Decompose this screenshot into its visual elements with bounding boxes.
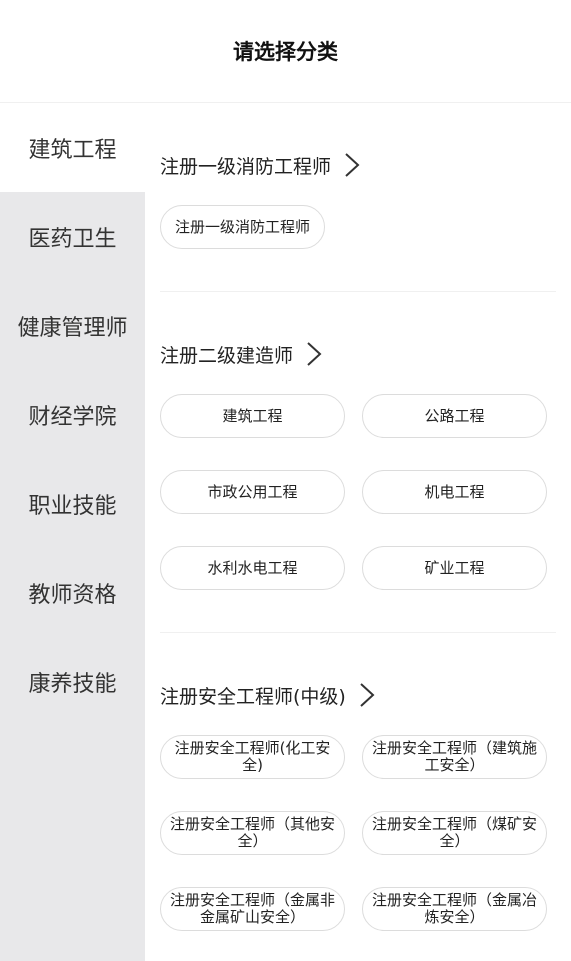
sidebar-item-health-manager[interactable]: 健康管理师 bbox=[0, 281, 145, 370]
chip-option[interactable]: 注册安全工程师(化工安全) bbox=[160, 735, 345, 779]
chip-option[interactable]: 注册安全工程师（建筑施工安全） bbox=[362, 735, 547, 779]
header: 请选择分类 bbox=[0, 0, 571, 103]
chip-option[interactable]: 注册安全工程师（煤矿安全） bbox=[362, 811, 547, 855]
section-header[interactable]: 注册二级建造师 bbox=[160, 339, 556, 369]
chip-option[interactable]: 注册一级消防工程师 bbox=[160, 205, 326, 249]
sidebar-item-medicine[interactable]: 医药卫生 bbox=[0, 192, 145, 281]
section-title: 注册安全工程师(中级) bbox=[160, 685, 346, 708]
chip-option[interactable]: 机电工程 bbox=[362, 470, 547, 514]
chip-option[interactable]: 矿业工程 bbox=[362, 546, 547, 590]
sidebar-item-elderly-care[interactable]: 康养技能 bbox=[0, 637, 145, 726]
chip-list: 注册一级消防工程师 bbox=[160, 205, 556, 281]
sidebar-item-finance[interactable]: 财经学院 bbox=[0, 370, 145, 459]
category-sidebar: 建筑工程 医药卫生 健康管理师 财经学院 职业技能 教师资格 康养技能 bbox=[0, 103, 145, 961]
category-content: 注册一级消防工程师 注册一级消防工程师 注册二级建造师 建筑工程 公路工程 市政… bbox=[145, 103, 571, 961]
section-fire-engineer: 注册一级消防工程师 注册一级消防工程师 bbox=[160, 103, 556, 292]
chip-option[interactable]: 注册安全工程师（其他安全） bbox=[160, 811, 345, 855]
section-header[interactable]: 注册安全工程师(中级) bbox=[160, 680, 556, 710]
sidebar-item-teacher-qualification[interactable]: 教师资格 bbox=[0, 548, 145, 637]
chevron-right-icon bbox=[345, 153, 360, 177]
chevron-right-icon bbox=[360, 683, 375, 707]
chip-option[interactable]: 水利水电工程 bbox=[160, 546, 345, 590]
section-title: 注册一级消防工程师 bbox=[160, 155, 332, 178]
chip-option[interactable]: 注册安全工程师（金属冶炼安全） bbox=[362, 887, 547, 931]
chip-option[interactable]: 注册安全工程师（金属非金属矿山安全） bbox=[160, 887, 345, 931]
section-safety-engineer: 注册安全工程师(中级) 注册安全工程师(化工安全) 注册安全工程师（建筑施工安全… bbox=[160, 633, 556, 961]
section-constructor: 注册二级建造师 建筑工程 公路工程 市政公用工程 机电工程 水利水电工程 矿业工… bbox=[160, 292, 556, 633]
sidebar-item-vocational-skills[interactable]: 职业技能 bbox=[0, 459, 145, 548]
section-header[interactable]: 注册一级消防工程师 bbox=[160, 150, 556, 180]
chip-option[interactable]: 市政公用工程 bbox=[160, 470, 345, 514]
chip-list: 建筑工程 公路工程 市政公用工程 机电工程 水利水电工程 矿业工程 bbox=[160, 394, 556, 622]
sidebar-item-construction[interactable]: 建筑工程 bbox=[0, 103, 145, 192]
section-title: 注册二级建造师 bbox=[160, 344, 294, 367]
page-title: 请选择分类 bbox=[233, 40, 338, 64]
chevron-right-icon bbox=[307, 342, 322, 366]
chip-option[interactable]: 建筑工程 bbox=[160, 394, 345, 438]
chip-option[interactable]: 公路工程 bbox=[362, 394, 547, 438]
chip-list: 注册安全工程师(化工安全) 注册安全工程师（建筑施工安全） 注册安全工程师（其他… bbox=[160, 735, 556, 961]
